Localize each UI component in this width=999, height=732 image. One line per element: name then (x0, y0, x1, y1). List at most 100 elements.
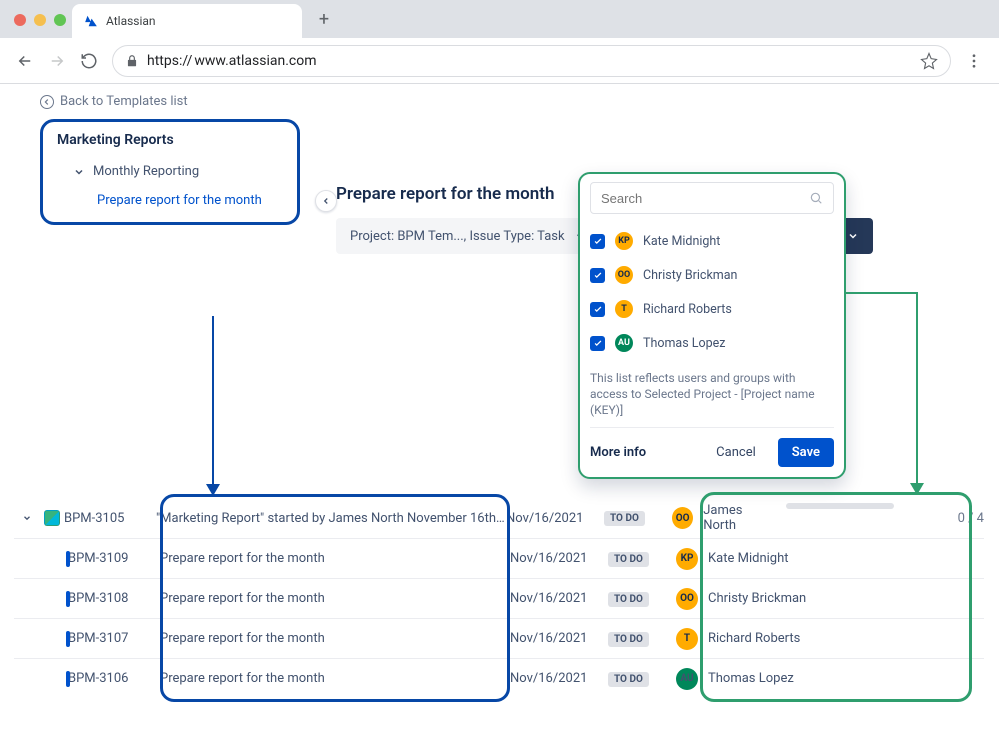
assigner-option[interactable]: OOChristy Brickman (590, 258, 834, 292)
bookmark-star-icon[interactable] (920, 52, 938, 70)
assigner-search-input[interactable] (601, 191, 809, 206)
issue-assignee[interactable]: T Richard Roberts (676, 628, 900, 650)
window-close-icon[interactable] (14, 14, 26, 26)
assigner-option[interactable]: T Richard Roberts (590, 292, 834, 326)
avatar: OO (672, 507, 693, 529)
annotation-arrowhead (910, 483, 924, 495)
window-controls (10, 14, 72, 38)
assignee-name: James North (703, 503, 776, 533)
issue-assignee[interactable]: KP Kate Midnight (676, 548, 900, 570)
avatar: KP (676, 548, 698, 570)
url-prefix: https:// (147, 53, 192, 69)
issue-summary[interactable]: "Marketing Report" started by James Nort… (156, 511, 506, 526)
issue-summary[interactable]: Prepare report for the month (160, 551, 510, 566)
back-to-templates-link[interactable]: Back to Templates list (40, 94, 999, 109)
search-icon (809, 191, 823, 205)
table-row[interactable]: BPM-3107Prepare report for the monthNov/… (14, 618, 984, 658)
assigner-search[interactable] (590, 182, 834, 214)
more-info-link[interactable]: More info (590, 445, 646, 460)
annotation-arrow (212, 316, 214, 486)
avatar: KP (615, 232, 633, 250)
avatar: OO (615, 266, 633, 284)
issue-summary[interactable]: Prepare report for the month (160, 591, 510, 606)
issue-summary[interactable]: Prepare report for the month (160, 631, 510, 646)
progress-bar (786, 503, 894, 509)
address-bar-row: https:// www.atlassian.com (0, 38, 999, 84)
status-badge: TO DO (608, 592, 649, 607)
table-row[interactable]: BPM-3109Prepare report for the monthNov/… (14, 538, 984, 578)
assigner-name: Thomas Lopez (643, 336, 726, 351)
cancel-button[interactable]: Cancel (716, 445, 756, 460)
expand-toggle-icon[interactable] (22, 513, 32, 523)
avatar: AU (676, 668, 698, 690)
issue-key[interactable]: BPM-3109 (68, 551, 160, 566)
sidebar-collapse-button[interactable] (315, 190, 337, 212)
issue-date: Nov/16/2021 (510, 631, 608, 646)
avatar: AU (615, 334, 633, 352)
tab-strip: Atlassian + (0, 0, 999, 38)
issue-type-icon (66, 631, 70, 647)
issue-type-icon (66, 551, 70, 567)
annotation-arrow (916, 292, 918, 485)
browser-tab[interactable]: Atlassian (72, 4, 302, 38)
template-sidebar: Marketing Reports Monthly Reporting Prep… (40, 119, 300, 225)
issue-type-icon (66, 671, 70, 687)
issue-date: Nov/16/2021 (506, 511, 604, 526)
project-filter[interactable]: Project: BPM Tem..., Issue Type: Task (336, 218, 599, 254)
template-item-link[interactable]: Prepare report for the month (57, 193, 283, 208)
new-tab-button[interactable]: + (310, 9, 338, 38)
status-badge: TO DO (604, 511, 645, 526)
assignee-name: Christy Brickman (708, 591, 806, 606)
checkbox-icon[interactable] (590, 302, 605, 317)
assignee-name: Richard Roberts (708, 631, 800, 646)
reload-icon[interactable] (80, 52, 98, 70)
annotation-arrow (846, 292, 918, 294)
checkbox-icon[interactable] (590, 234, 605, 249)
checkbox-icon[interactable] (590, 336, 605, 351)
browser-menu-icon[interactable] (965, 52, 983, 70)
back-to-templates-label: Back to Templates list (60, 94, 188, 109)
issue-key[interactable]: BPM-3106 (68, 671, 160, 686)
assigner-name: Kate Midnight (643, 234, 720, 249)
issue-table: BPM-3105"Marketing Report" started by Ja… (14, 498, 984, 698)
template-title: Marketing Reports (57, 132, 283, 148)
issue-assignee[interactable]: OO James North (672, 503, 900, 533)
forward-icon (48, 52, 66, 70)
issue-type-icon (66, 591, 70, 607)
checkbox-icon[interactable] (590, 268, 605, 283)
browser-chrome: Atlassian + https:// www.atlassian.com (0, 0, 999, 84)
issue-key[interactable]: BPM-3108 (68, 591, 160, 606)
assigner-name: Richard Roberts (643, 302, 732, 317)
issue-key[interactable]: BPM-3105 (64, 511, 156, 526)
back-icon[interactable] (16, 52, 34, 70)
assignee-name: Thomas Lopez (708, 671, 794, 686)
annotation-arrowhead (206, 484, 220, 496)
table-row[interactable]: BPM-3108Prepare report for the monthNov/… (14, 578, 984, 618)
save-button[interactable]: Save (778, 438, 834, 467)
template-section-label: Monthly Reporting (93, 164, 199, 179)
window-zoom-icon[interactable] (54, 14, 66, 26)
status-badge: TO DO (608, 632, 649, 647)
template-section[interactable]: Monthly Reporting (57, 164, 283, 179)
table-row[interactable]: BPM-3106Prepare report for the monthNov/… (14, 658, 984, 698)
avatar: T (676, 628, 698, 650)
issue-summary[interactable]: Prepare report for the month (160, 671, 510, 686)
tab-favicon-icon (84, 14, 98, 28)
status-badge: TO DO (608, 672, 649, 687)
address-bar[interactable]: https:// www.atlassian.com (112, 45, 951, 77)
progress-count: 0 / 4 (900, 511, 984, 526)
assignee-name: Kate Midnight (708, 551, 789, 566)
window-minimize-icon[interactable] (34, 14, 46, 26)
issue-assignee[interactable]: OOChristy Brickman (676, 588, 900, 610)
back-circle-icon (40, 95, 54, 109)
issue-key[interactable]: BPM-3107 (68, 631, 160, 646)
table-row[interactable]: BPM-3105"Marketing Report" started by Ja… (14, 498, 984, 538)
chevron-down-icon (847, 230, 859, 242)
avatar: T (615, 300, 633, 318)
lock-icon (125, 54, 139, 68)
assigner-option[interactable]: AU Thomas Lopez (590, 326, 834, 360)
chevron-down-icon (73, 166, 85, 178)
issue-assignee[interactable]: AU Thomas Lopez (676, 668, 900, 690)
assigner-option[interactable]: KP Kate Midnight (590, 224, 834, 258)
project-filter-label: Project: BPM Tem..., Issue Type: Task (350, 229, 565, 244)
